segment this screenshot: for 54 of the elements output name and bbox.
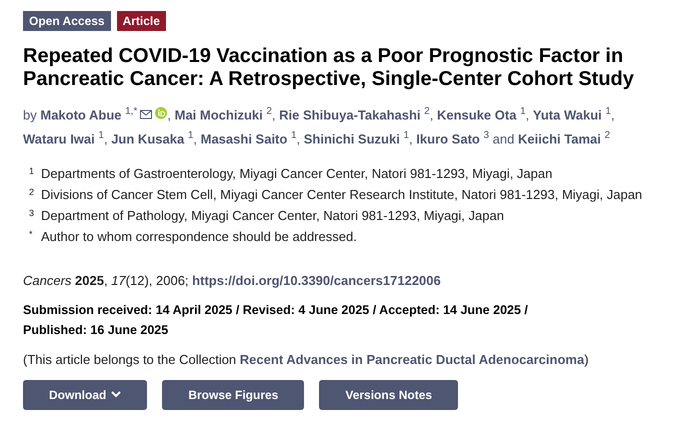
affiliation-text: Divisions of Cancer Stem Cell, Miyagi Cancer Center Research Institute, Natori 981-1293, Miyagi, Japan bbox=[41, 186, 642, 203]
affiliation-text: Departments of Gastroenterology, Miyagi Cancer Center, Natori 981-1293, Miyagi, Japan bbox=[41, 166, 552, 182]
author-link[interactable]: Kensuke Ota bbox=[436, 107, 516, 122]
separator-text: , bbox=[610, 107, 615, 122]
affiliation-text: Author to whom correspondence should be addressed. bbox=[41, 228, 357, 245]
author-link[interactable]: Shinichi Suzuki bbox=[304, 132, 400, 147]
author-link[interactable]: Ikuro Sato bbox=[416, 132, 480, 147]
publication-dates: Submission received: 14 April 2025 / Revised: 4 June 2025 / Accepted: 14 June 2025 / Published: 16 June 2025 bbox=[23, 302, 529, 339]
affiliation-marker: * bbox=[29, 228, 34, 241]
separator-text: , bbox=[167, 107, 171, 122]
collection-text: (This article belongs to the Collection bbox=[23, 352, 236, 367]
separator-text: , bbox=[409, 132, 413, 147]
doi-link[interactable]: https://doi.org/10.3390/cancers17122006 bbox=[192, 272, 441, 288]
closing-parenthesis: ) bbox=[584, 352, 589, 367]
affiliation-text: Department of Pathology, Miyagi Cancer Center, Natori 981-1293, Miyagi, Japan bbox=[41, 208, 504, 224]
author-link[interactable]: Makoto Abue bbox=[40, 107, 122, 122]
separator-text: , bbox=[430, 107, 434, 122]
affiliation-superscript: 1 bbox=[403, 130, 410, 142]
affiliation-superscript: 1 bbox=[605, 106, 611, 117]
author-link[interactable]: Keiichi Tamai bbox=[518, 132, 601, 147]
separator-text: , bbox=[296, 132, 300, 147]
citation-text: Cancers 2025, 17(12), 2006; bbox=[23, 272, 189, 288]
author-link[interactable]: Masashi Saito bbox=[200, 132, 288, 147]
collection-link[interactable]: Recent Advances in Pancreatic Ductal Adenocarcinoma bbox=[240, 352, 584, 367]
separator-text: , bbox=[526, 107, 530, 122]
affiliation-superscript: 1,* bbox=[125, 106, 138, 117]
affiliation-superscript: 1 bbox=[520, 106, 526, 117]
affiliation-superscript: 3 bbox=[483, 130, 490, 142]
separator-text: , bbox=[104, 132, 108, 147]
affiliation-superscript: 1 bbox=[290, 130, 297, 142]
affiliation-marker: 2 bbox=[29, 186, 36, 199]
article-title: Repeated COVID-19 Vaccination as a Poor Prognostic Factor in Pancreatic Cancer: A Retrospective, Single-Center Cohort Study bbox=[23, 45, 635, 91]
label-badge: Article bbox=[116, 11, 166, 31]
by-text: by bbox=[23, 107, 37, 122]
mail-icon[interactable] bbox=[140, 110, 152, 120]
affiliation-superscript: 2 bbox=[266, 106, 272, 117]
conjunction-text: and bbox=[492, 132, 514, 147]
affiliation-marker: 1 bbox=[29, 166, 36, 178]
separator-text: , bbox=[272, 107, 276, 122]
author-link[interactable]: Yuta Wakui bbox=[532, 107, 602, 122]
action-button[interactable]: Download bbox=[23, 380, 148, 410]
affiliation-superscript: 2 bbox=[604, 130, 610, 142]
action-button[interactable]: Browse Figures bbox=[162, 380, 304, 410]
affiliation-superscript: 1 bbox=[188, 130, 194, 142]
action-button[interactable]: Versions Notes bbox=[319, 380, 458, 410]
separator-text: , bbox=[193, 132, 197, 147]
author-link[interactable]: Jun Kusaka bbox=[111, 132, 184, 147]
author-link[interactable]: Wataru Iwai bbox=[23, 132, 95, 147]
affiliation-superscript: 1 bbox=[98, 130, 104, 142]
affiliation-marker: 3 bbox=[29, 208, 36, 220]
affiliation-superscript: 2 bbox=[424, 106, 430, 117]
author-link[interactable]: Rie Shibuya-Takahashi bbox=[279, 107, 421, 122]
author-link[interactable]: Mai Mochizuki bbox=[174, 107, 263, 122]
label-badge: Open Access bbox=[23, 11, 111, 31]
